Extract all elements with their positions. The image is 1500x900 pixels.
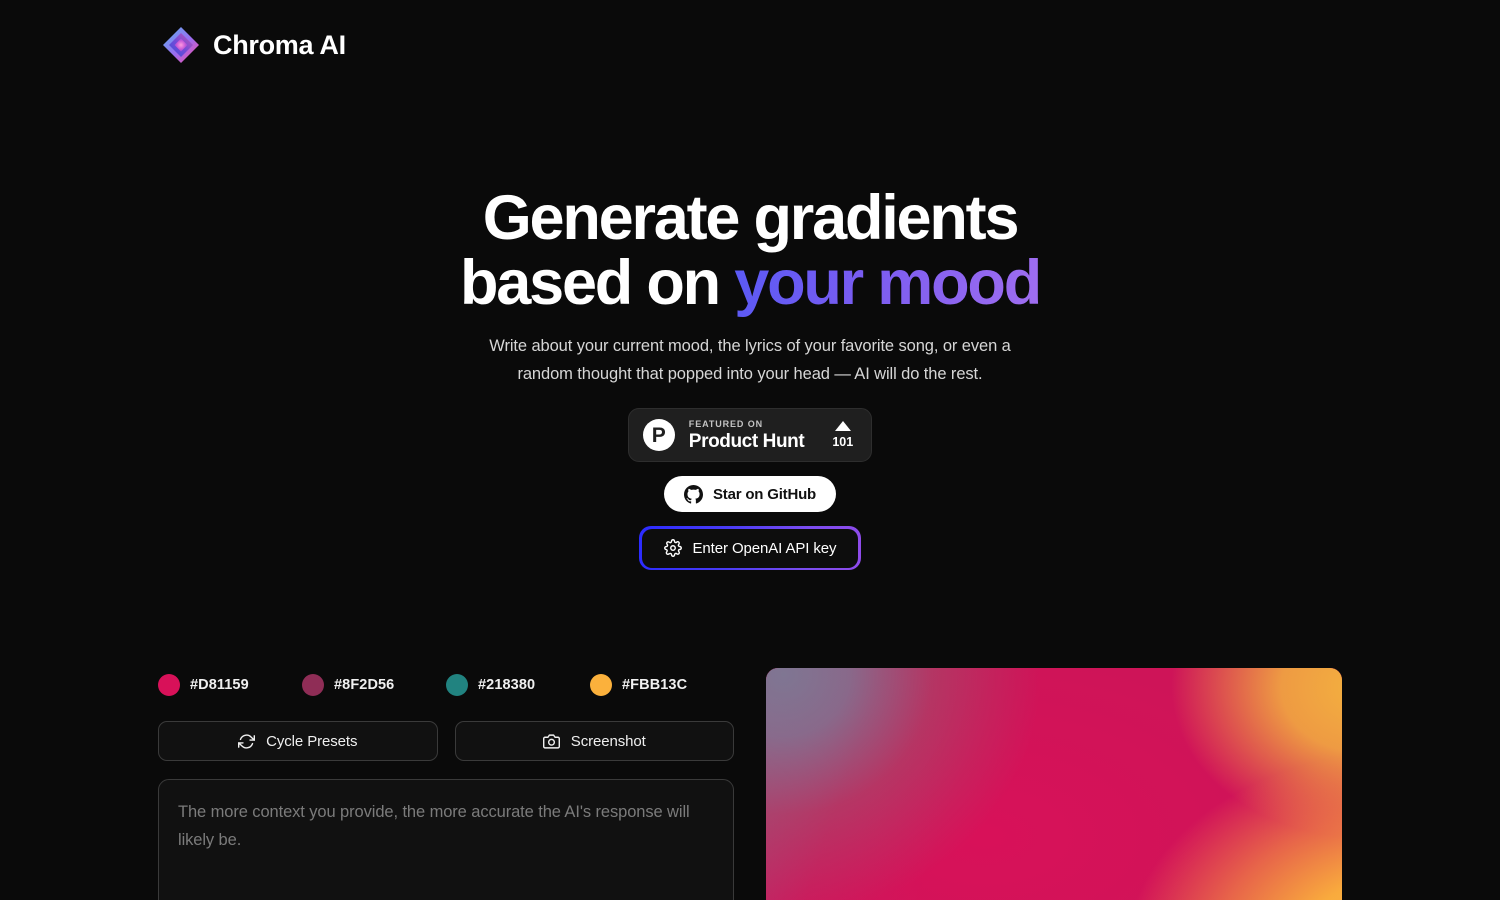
- controls-panel: #D81159 #8F2D56 #218380 #FBB13C Cycle Pr…: [158, 668, 734, 900]
- product-hunt-featured-label: FEATURED ON: [688, 418, 764, 429]
- cycle-presets-button[interactable]: Cycle Presets: [158, 721, 438, 761]
- star-on-github-label: Star on GitHub: [712, 485, 817, 503]
- hero-subtitle-line-1: Write about your current mood, the lyric…: [489, 336, 1011, 355]
- color-swatch-item[interactable]: #D81159: [158, 674, 302, 696]
- action-button-row: Cycle Presets Screenshot: [158, 721, 734, 761]
- cycle-presets-label: Cycle Presets: [266, 732, 358, 750]
- color-swatch-hex-label: #8F2D56: [334, 677, 395, 693]
- color-swatch-item[interactable]: #8F2D56: [302, 674, 446, 696]
- camera-icon: [542, 733, 560, 750]
- caret-up-icon: [834, 421, 851, 432]
- screenshot-label: Screenshot: [570, 732, 646, 750]
- refresh-cycle-icon: [238, 733, 256, 750]
- product-hunt-upvotes[interactable]: 101: [832, 421, 853, 449]
- product-hunt-badge[interactable]: P FEATURED ON Product Hunt 101: [627, 408, 873, 462]
- product-hunt-name: Product Hunt: [688, 430, 805, 452]
- workspace: #D81159 #8F2D56 #218380 #FBB13C Cycle Pr…: [158, 668, 1342, 900]
- diamond-gradient-logo-icon: [162, 26, 200, 64]
- gradient-preview-canvas[interactable]: [766, 668, 1342, 900]
- enter-openai-api-key-button[interactable]: Enter OpenAI API key: [641, 528, 859, 568]
- enter-openai-api-key-label: Enter OpenAI API key: [692, 539, 837, 557]
- screenshot-button[interactable]: Screenshot: [454, 721, 734, 761]
- product-hunt-logo-icon: P: [642, 419, 675, 451]
- enter-api-key-button-wrapper[interactable]: Enter OpenAI API key: [639, 526, 861, 570]
- hero-subtitle-line-2: random thought that popped into your hea…: [517, 365, 983, 384]
- headline-line-2-plain: based on: [460, 247, 735, 318]
- color-swatch-item[interactable]: #FBB13C: [590, 674, 734, 696]
- hero-subtitle: Write about your current mood, the lyric…: [0, 332, 1500, 389]
- product-hunt-text: FEATURED ON Product Hunt: [688, 418, 805, 452]
- color-swatch-dot[interactable]: [590, 674, 612, 696]
- color-swatch-hex-label: #D81159: [190, 677, 249, 693]
- color-swatch-hex-label: #218380: [478, 677, 536, 693]
- gear-icon: [663, 539, 682, 557]
- gradient-sheen-layer: [766, 668, 1342, 900]
- color-swatch-dot[interactable]: [302, 674, 324, 696]
- hero-section: Generate gradients based on your mood Wr…: [0, 186, 1500, 389]
- page-title: Generate gradients based on your mood: [0, 186, 1500, 316]
- site-header: Chroma AI: [162, 26, 346, 64]
- mood-prompt-input[interactable]: [158, 779, 734, 900]
- github-icon: [683, 484, 703, 504]
- palette-swatch-row: #D81159 #8F2D56 #218380 #FBB13C: [158, 668, 734, 702]
- headline-line-1: Generate gradients: [482, 183, 1020, 253]
- brand-name: Chroma AI: [213, 29, 346, 60]
- color-swatch-item[interactable]: #218380: [446, 674, 590, 696]
- headline-accent-text: your mood: [734, 247, 1042, 318]
- color-swatch-dot[interactable]: [158, 674, 180, 696]
- color-swatch-hex-label: #FBB13C: [622, 677, 688, 693]
- star-on-github-button[interactable]: Star on GitHub: [663, 476, 837, 512]
- color-swatch-dot[interactable]: [446, 674, 468, 696]
- cta-stack: P FEATURED ON Product Hunt 101 Star on G…: [0, 408, 1500, 570]
- product-hunt-upvote-count: 101: [832, 435, 854, 450]
